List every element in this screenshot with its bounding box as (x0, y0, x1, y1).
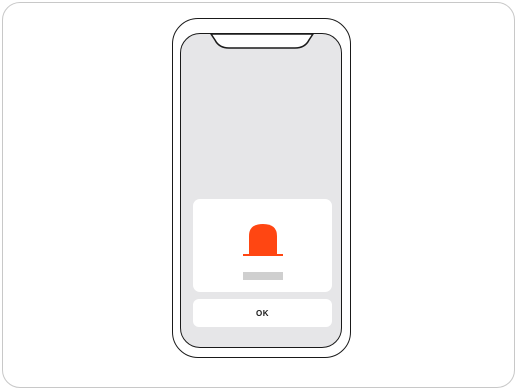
alert-message-placeholder (243, 272, 283, 280)
siren-icon (243, 224, 283, 256)
ok-button[interactable]: OK (193, 299, 332, 327)
phone-notch (210, 34, 314, 49)
